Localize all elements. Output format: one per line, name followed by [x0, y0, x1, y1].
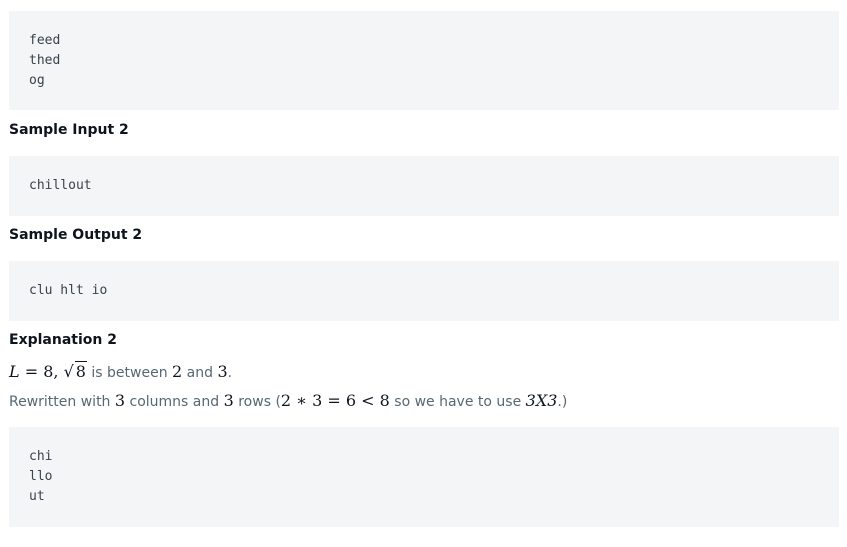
- text-fragment: and: [182, 365, 218, 381]
- math-expression: 2 ∗ 3 = 6 < 8: [280, 391, 390, 410]
- math-sqrt: √ 8: [63, 361, 87, 382]
- code-line: thed: [29, 53, 61, 68]
- code-line: llo: [29, 469, 53, 484]
- math-number: 3: [114, 391, 126, 410]
- text-fragment: is between: [86, 365, 173, 381]
- explanation-line-2: Rewritten with 3 columns and 3 rows (2 ∗…: [9, 391, 567, 412]
- sample-output-2-block: clu hlt io: [9, 261, 839, 321]
- code-line: chillout: [29, 178, 92, 193]
- text-fragment: so we have to use: [389, 394, 526, 410]
- explanation-grid-block: chi llo ut: [9, 427, 839, 527]
- math-equals: = 8,: [19, 362, 64, 381]
- code-line: og: [29, 73, 45, 88]
- sample-input-2-heading: Sample Input 2: [9, 122, 129, 138]
- explanation-line-1: L = 8, √ 8 is between 2 and 3.: [9, 361, 233, 383]
- text-fragment: columns and: [125, 394, 224, 410]
- math-number: 2: [172, 362, 183, 381]
- sqrt-symbol: √: [63, 362, 74, 381]
- math-variable-l: L: [9, 362, 20, 381]
- text-fragment: rows (: [233, 394, 281, 410]
- math-grid-size: 3X3: [525, 391, 558, 410]
- explanation-2-heading: Explanation 2: [9, 332, 117, 348]
- sample-output-2-heading: Sample Output 2: [9, 227, 143, 243]
- code-line: ut: [29, 489, 45, 504]
- math-number: 3: [217, 362, 228, 381]
- text-fragment: Rewritten with: [9, 394, 115, 410]
- sample-input-2-block: chillout: [9, 156, 839, 216]
- sqrt-radicand: 8: [74, 361, 87, 381]
- text-fragment: .): [557, 394, 568, 410]
- code-line: clu hlt io: [29, 283, 108, 298]
- code-line: chi: [29, 449, 53, 464]
- code-block-output-1: feed thed og: [9, 11, 839, 110]
- code-line: feed: [29, 33, 61, 48]
- math-number: 3: [223, 391, 234, 410]
- text-fragment: .: [227, 365, 233, 381]
